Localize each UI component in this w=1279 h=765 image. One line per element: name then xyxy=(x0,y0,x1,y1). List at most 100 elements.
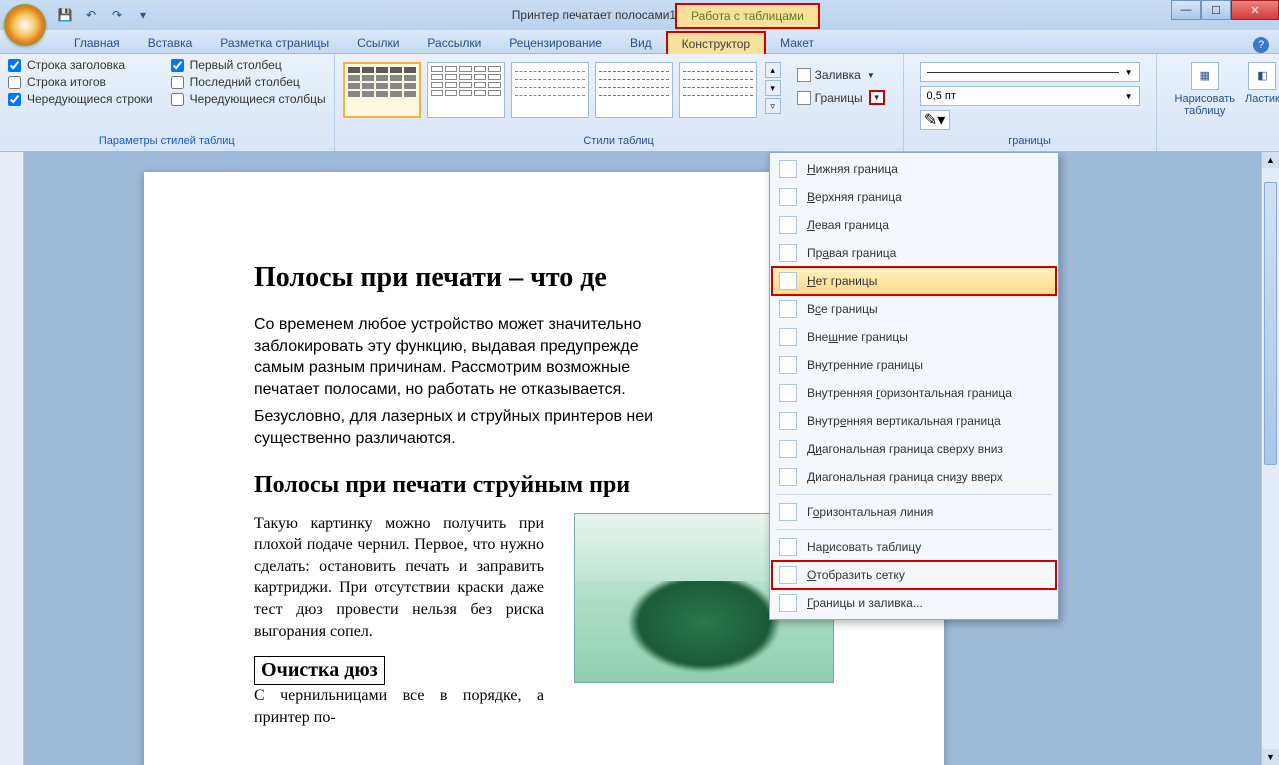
style-gallery-scroll: ▴ ▾ ▿ xyxy=(765,62,781,114)
menu-item-внутренняя-горизонтальная-граница[interactable]: Внутренняя горизонтальная граница xyxy=(772,379,1056,407)
border-type-icon xyxy=(779,244,797,262)
group-table-styles: ▴ ▾ ▿ Заливка ▼ Границы ▼ Стили таблиц xyxy=(335,54,904,151)
shading-button[interactable]: Заливка ▼ xyxy=(793,66,889,84)
border-type-icon xyxy=(779,356,797,374)
border-type-icon xyxy=(779,412,797,430)
group-draw-borders-pen: ▼ 0,5 пт▼ ✎▾ границы xyxy=(904,54,1157,151)
titlebar: 💾 ↶ ↷ ▾ Принтер печатает полосами1 - Mic… xyxy=(0,0,1279,30)
chevron-down-icon: ▼ xyxy=(867,71,875,80)
checkbox[interactable] xyxy=(171,59,184,72)
page-area[interactable]: Полосы при печати – что де Со временем л… xyxy=(24,152,1261,765)
menu-item-внутренние-границы[interactable]: Внутренние границы xyxy=(772,351,1056,379)
tab-рассылки[interactable]: Рассылки xyxy=(413,32,495,53)
border-type-icon xyxy=(779,594,797,612)
tab-разметка страницы[interactable]: Разметка страницы xyxy=(206,32,343,53)
border-type-icon xyxy=(779,566,797,584)
contextual-tab-label: Работа с таблицами xyxy=(675,3,820,29)
gallery-down-icon[interactable]: ▾ xyxy=(765,80,781,96)
table-style-thumb[interactable] xyxy=(679,62,757,118)
tab-вставка[interactable]: Вставка xyxy=(134,32,207,53)
doc-paragraph: Со временем любое устройство может значи… xyxy=(254,314,834,400)
checkbox[interactable] xyxy=(171,76,184,89)
checkbox[interactable] xyxy=(8,59,21,72)
redo-icon[interactable]: ↷ xyxy=(107,5,127,25)
tab-ссылки[interactable]: Ссылки xyxy=(343,32,413,53)
pen-color-button[interactable]: ✎▾ xyxy=(920,110,950,130)
checkbox[interactable] xyxy=(8,93,21,106)
qat-more-icon[interactable]: ▾ xyxy=(133,5,153,25)
menu-item-правая-граница[interactable]: Правая граница xyxy=(772,239,1056,267)
group-draw: ▦ Нарисовать таблицу ◧ Ластик xyxy=(1157,54,1279,151)
scroll-up-icon[interactable]: ▲ xyxy=(1262,152,1279,168)
quick-access-toolbar: 💾 ↶ ↷ ▾ xyxy=(55,5,153,25)
borders-button[interactable]: Границы ▼ xyxy=(793,88,889,107)
menu-item-диагональная-граница-снизу-вверх[interactable]: Диагональная граница снизу вверх xyxy=(772,463,1056,491)
doc-paragraph: Безусловно, для лазерных и струйных прин… xyxy=(254,406,834,449)
document-workspace: Полосы при печати – что де Со временем л… xyxy=(0,152,1279,765)
check-строка-заголовка[interactable]: Строка заголовка xyxy=(8,58,153,72)
vertical-ruler[interactable] xyxy=(0,152,24,765)
table-style-thumb[interactable] xyxy=(343,62,421,118)
checkbox[interactable] xyxy=(171,93,184,106)
borders-dropdown: Нижняя границаВерхняя границаЛевая грани… xyxy=(769,152,1059,620)
menu-item-левая-граница[interactable]: Левая граница xyxy=(772,211,1056,239)
doc-paragraph: С чернильницами все в порядке, а принтер… xyxy=(254,685,544,728)
border-type-icon xyxy=(779,188,797,206)
menu-item-нарисовать-таблицу[interactable]: Нарисовать таблицу xyxy=(772,533,1056,561)
menu-item-горизонтальная-линия[interactable]: Горизонтальная линия xyxy=(772,498,1056,526)
border-type-icon xyxy=(779,216,797,234)
borders-icon xyxy=(797,91,811,105)
draw-table-button[interactable]: ▦ Нарисовать таблицу xyxy=(1175,62,1235,117)
vertical-scrollbar[interactable]: ▲ ▼ xyxy=(1261,152,1279,765)
tab-вид[interactable]: Вид xyxy=(616,32,666,53)
menu-item-все-границы[interactable]: Все границы xyxy=(772,295,1056,323)
undo-icon[interactable]: ↶ xyxy=(81,5,101,25)
tab-рецензирование[interactable]: Рецензирование xyxy=(495,32,616,53)
menu-item-нижняя-граница[interactable]: Нижняя граница xyxy=(772,155,1056,183)
doc-heading-3: Очистка дюз xyxy=(254,656,385,685)
table-style-thumb[interactable] xyxy=(595,62,673,118)
menu-item-границы-и-заливка-[interactable]: Границы и заливка... xyxy=(772,589,1056,617)
minimize-button[interactable]: — xyxy=(1171,0,1201,20)
menu-item-диагональная-граница-сверху-вниз[interactable]: Диагональная граница сверху вниз xyxy=(772,435,1056,463)
pencil-table-icon: ▦ xyxy=(1191,62,1219,90)
pen-weight-select[interactable]: 0,5 пт▼ xyxy=(920,86,1140,106)
eraser-button[interactable]: ◧ Ластик xyxy=(1245,62,1279,117)
border-type-icon xyxy=(779,468,797,486)
check-чередующиеся-столбцы[interactable]: Чередующиеся столбцы xyxy=(171,92,326,106)
group-title-options[interactable]: Параметры стилей таблиц xyxy=(99,135,235,147)
tab-макет[interactable]: Макет xyxy=(766,32,828,53)
check-чередующиеся-строки[interactable]: Чередующиеся строки xyxy=(8,92,153,106)
check-первый-столбец[interactable]: Первый столбец xyxy=(171,58,326,72)
scroll-thumb[interactable] xyxy=(1264,182,1277,465)
office-button[interactable] xyxy=(4,4,46,46)
gallery-up-icon[interactable]: ▴ xyxy=(765,62,781,78)
check-строка-итогов[interactable]: Строка итогов xyxy=(8,75,153,89)
tab-конструктор[interactable]: Конструктор xyxy=(666,31,766,54)
maximize-button[interactable]: ☐ xyxy=(1201,0,1231,20)
menu-item-нет-границы[interactable]: Нет границы xyxy=(772,267,1056,295)
window-title: Принтер печатает полосами1 - Microsoft W… xyxy=(0,8,1279,22)
menu-item-внешние-границы[interactable]: Внешние границы xyxy=(772,323,1056,351)
doc-heading-1: Полосы при печати – что де xyxy=(254,262,834,294)
eraser-icon: ◧ xyxy=(1248,62,1276,90)
border-type-icon xyxy=(779,272,797,290)
help-icon[interactable]: ? xyxy=(1253,37,1269,53)
tab-главная[interactable]: Главная xyxy=(60,32,134,53)
border-type-icon xyxy=(779,300,797,318)
close-button[interactable]: ✕ xyxy=(1231,0,1279,20)
menu-item-верхняя-граница[interactable]: Верхняя граница xyxy=(772,183,1056,211)
ribbon-tabs: ГлавнаяВставкаРазметка страницыСсылкиРас… xyxy=(0,30,1279,54)
table-style-thumb[interactable] xyxy=(427,62,505,118)
gallery-more-icon[interactable]: ▿ xyxy=(765,98,781,114)
table-style-thumb[interactable] xyxy=(511,62,589,118)
scroll-down-icon[interactable]: ▼ xyxy=(1262,749,1279,765)
checkbox[interactable] xyxy=(8,76,21,89)
menu-item-внутренняя-вертикальная-граница[interactable]: Внутренняя вертикальная граница xyxy=(772,407,1056,435)
menu-item-отобразить-сетку[interactable]: Отобразить сетку xyxy=(772,561,1056,589)
save-icon[interactable]: 💾 xyxy=(55,5,75,25)
chevron-down-icon[interactable]: ▼ xyxy=(869,90,885,105)
border-type-icon xyxy=(779,440,797,458)
pen-style-select[interactable]: ▼ xyxy=(920,62,1140,82)
check-последний-столбец[interactable]: Последний столбец xyxy=(171,75,326,89)
